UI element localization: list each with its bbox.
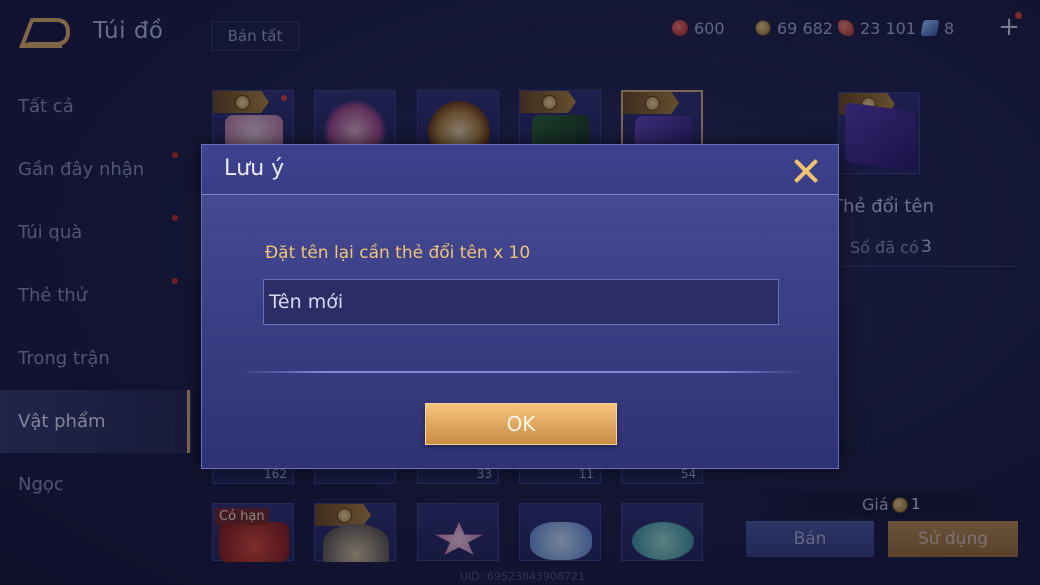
dialog-message: Đặt tên lại cần thẻ đổi tên x 10 bbox=[265, 243, 531, 263]
ok-button[interactable]: OK bbox=[425, 403, 617, 445]
dialog-header: Lưu ý bbox=[202, 145, 838, 195]
new-name-input[interactable] bbox=[263, 279, 779, 325]
divider bbox=[240, 371, 802, 373]
close-icon[interactable] bbox=[790, 155, 822, 187]
rename-dialog: Lưu ý Đặt tên lại cần thẻ đổi tên x 10 O… bbox=[201, 144, 839, 469]
dialog-title: Lưu ý bbox=[224, 156, 285, 181]
